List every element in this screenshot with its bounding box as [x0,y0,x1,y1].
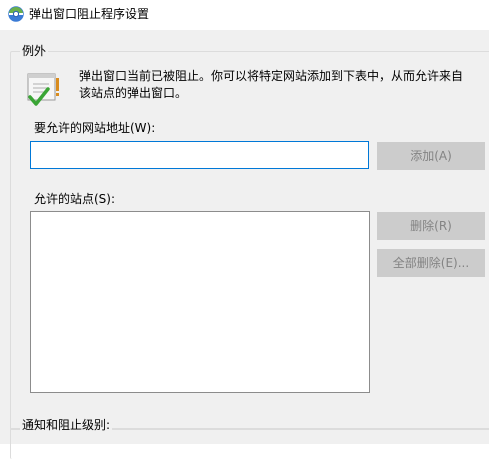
exceptions-group-label: 例外 [20,44,49,58]
website-address-input[interactable] [30,141,369,169]
notification-group-label: 通知和阻止级别: [20,418,113,432]
allowed-checklist-icon [27,73,59,106]
address-label: 要允许的网站地址(W): [34,121,156,135]
add-button[interactable]: 添加(A) [377,142,485,170]
title-bar[interactable]: 弹出窗口阻止程序设置 [0,0,489,30]
window-title: 弹出窗口阻止程序设置 [29,7,150,21]
allowed-sites-list[interactable] [30,211,370,393]
dialog-content: 例外 弹出窗口当前已被阻止。你可以将特定网站添加到下表中，从而允许来自 该站点的… [0,30,489,459]
popup-blocked-description: 弹出窗口当前已被阻止。你可以将特定网站添加到下表中，从而允许来自 该站点的弹出窗… [79,69,464,100]
remove-all-button[interactable]: 全部删除(E)... [377,249,485,277]
internet-explorer-icon [8,6,24,22]
remove-button[interactable]: 删除(R) [377,212,485,240]
allowed-sites-label: 允许的站点(S): [34,192,116,206]
